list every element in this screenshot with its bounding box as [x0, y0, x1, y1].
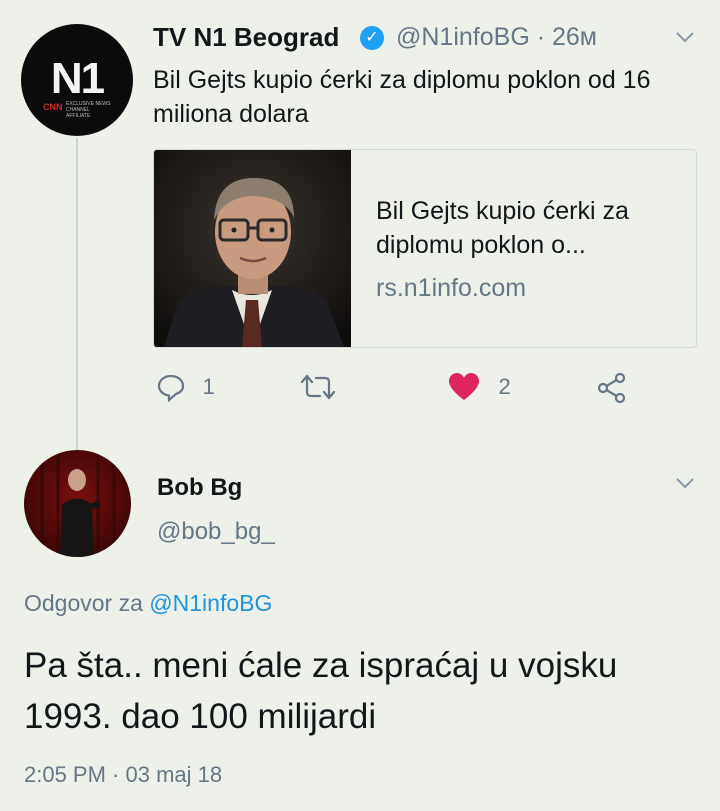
reply-prefix: Odgovor za	[24, 590, 143, 616]
card-domain: rs.n1info.com	[376, 274, 527, 302]
heart-icon	[449, 373, 479, 400]
avatar-bob[interactable]	[24, 450, 131, 557]
link-card[interactable]: Bil Gejts kupio ćerki za diplomu poklon …	[153, 149, 697, 348]
avatar-tagline-text: EXCLUSIVE NEWS CHANNEL AFFILIATE	[66, 101, 111, 119]
share-icon	[597, 372, 626, 404]
author-name[interactable]: TV N1 Beograd	[153, 22, 339, 53]
reply-to-line: Odgovor za @N1infoBG	[24, 590, 272, 617]
card-photo-illustration	[154, 150, 351, 347]
avatar-photo-illustration	[40, 450, 116, 557]
reply-icon	[157, 374, 185, 403]
tweet-text: Bil Gejts kupio ćerki za diplomu poklon …	[153, 66, 651, 128]
reply-count: 1	[202, 374, 215, 399]
author-handle-line: @N1infoBG · 26м	[396, 23, 597, 52]
retweet-button[interactable]	[300, 372, 336, 404]
author-handle[interactable]: @N1infoBG	[396, 23, 530, 51]
chevron-down-icon[interactable]	[675, 30, 695, 44]
chevron-down-icon[interactable]	[675, 476, 695, 490]
reply-text: Pa šta.. meni ćale za ispraćaj u vojsku …	[24, 646, 618, 736]
reply-author-handle[interactable]: @bob_bg_	[157, 518, 275, 546]
reply-button[interactable]: 1	[156, 372, 215, 404]
reply-author-name[interactable]: Bob Bg	[157, 474, 242, 502]
avatar-n1[interactable]: N1 CNN EXCLUSIVE NEWS CHANNEL AFFILIATE	[21, 24, 133, 136]
avatar-logo-text: N1	[50, 54, 105, 103]
reply-timestamp[interactable]: 2:05 PM · 03 maj 18	[24, 762, 222, 788]
tweet-time[interactable]: 26м	[552, 23, 597, 51]
card-title[interactable]: Bil Gejts kupio ćerki za diplomu poklon …	[376, 194, 676, 262]
card-image	[154, 150, 351, 347]
share-button[interactable]	[596, 372, 628, 404]
like-button[interactable]: 2	[448, 372, 511, 404]
retweet-icon	[300, 374, 336, 400]
avatar-cnn-text: CNN	[43, 102, 63, 112]
separator: ·	[536, 23, 546, 51]
like-count: 2	[498, 374, 511, 399]
verified-badge-icon: ✓	[360, 26, 384, 50]
reply-mention-link[interactable]: @N1infoBG	[149, 590, 272, 616]
